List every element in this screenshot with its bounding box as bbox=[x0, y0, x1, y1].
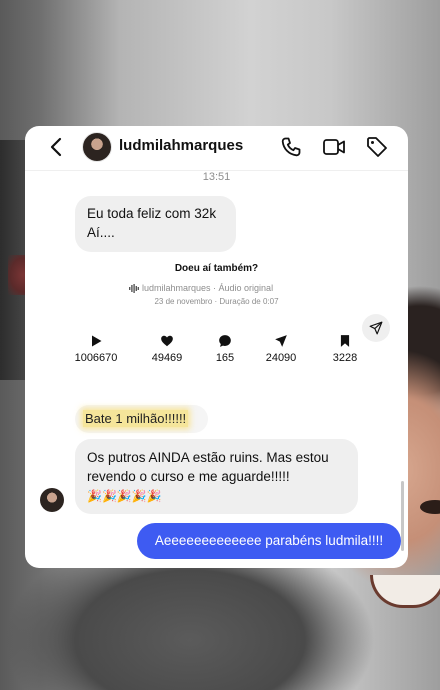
avatar[interactable] bbox=[82, 132, 112, 162]
dm-screenshot-card: ludmilahmarques 13:51 Eu toda feliz com … bbox=[25, 126, 408, 568]
plays-count: 1006670 bbox=[74, 352, 118, 364]
phone-icon[interactable] bbox=[279, 135, 303, 159]
reel-plays-stat[interactable]: 1006670 bbox=[68, 334, 124, 364]
send-icon bbox=[275, 335, 287, 347]
saves-count: 3228 bbox=[332, 352, 358, 364]
message-text-line: Eu toda feliz com 32k bbox=[87, 206, 217, 221]
avatar[interactable] bbox=[40, 488, 64, 512]
bookmark-icon bbox=[340, 335, 350, 347]
chat-username[interactable]: ludmilahmarques bbox=[119, 137, 243, 154]
shared-reel-date: 23 de novembro · Duração de 0:07 bbox=[154, 297, 279, 306]
tag-icon[interactable] bbox=[365, 135, 389, 159]
audio-wave-icon bbox=[129, 284, 139, 294]
back-icon[interactable] bbox=[47, 135, 67, 159]
chat-header: ludmilahmarques bbox=[25, 126, 408, 171]
message-text-line: Os putros AINDA estão ruins. Mas estou bbox=[87, 450, 329, 465]
reel-saves-stat[interactable]: 3228 bbox=[317, 334, 373, 364]
scrollbar[interactable] bbox=[401, 481, 404, 551]
message-timestamp: 13:51 bbox=[202, 171, 231, 183]
reel-comments-stat[interactable]: 165 bbox=[197, 334, 253, 364]
reel-likes-stat[interactable]: 49469 bbox=[139, 334, 195, 364]
audio-label: ludmilahmarques · Áudio original bbox=[142, 283, 274, 293]
share-icon bbox=[369, 321, 383, 335]
shared-reel-audio[interactable]: ludmilahmarques · Áudio original bbox=[129, 283, 274, 294]
heart-icon bbox=[161, 335, 173, 347]
outgoing-message-bubble[interactable]: Aeeeeeeeeeeeee parabéns ludmila!!!! bbox=[137, 523, 401, 559]
reply-quote[interactable]: Bate 1 milhão!!!!!! bbox=[75, 405, 208, 433]
message-text-line: Aí.... bbox=[87, 225, 115, 240]
message-text-line: revendo o curso e me aguarde!!!!! bbox=[87, 469, 290, 484]
shares-count: 24090 bbox=[265, 352, 297, 364]
play-icon bbox=[92, 335, 102, 347]
likes-count: 49469 bbox=[151, 352, 183, 364]
video-call-icon[interactable] bbox=[322, 135, 346, 159]
shared-reel-title[interactable]: Doeu aí também? bbox=[25, 263, 408, 274]
message-emojis: 🎉🎉🎉🎉🎉 bbox=[87, 489, 162, 503]
reply-quote-text: Bate 1 milhão!!!!!! bbox=[83, 410, 189, 427]
reel-shares-stat[interactable]: 24090 bbox=[253, 334, 309, 364]
incoming-message-bubble[interactable]: Eu toda feliz com 32k Aí.... bbox=[75, 196, 236, 252]
comments-count: 165 bbox=[215, 352, 235, 364]
comment-icon bbox=[219, 335, 231, 347]
incoming-message-bubble[interactable]: Os putros AINDA estão ruins. Mas estou r… bbox=[75, 439, 358, 514]
